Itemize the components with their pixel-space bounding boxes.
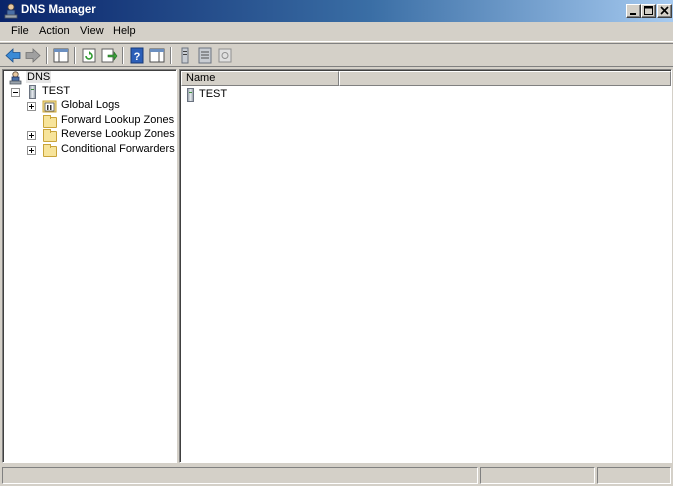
refresh-icon[interactable] [80, 47, 98, 64]
tree-label-reverse-lookup-zones: Reverse Lookup Zones [61, 128, 175, 140]
console-tree[interactable]: DNS TEST Global Logs Forward Lookup Zone… [2, 69, 177, 463]
tree-item-dns[interactable]: DNS [8, 71, 68, 85]
toolbar: ? [0, 43, 673, 67]
menu-help[interactable]: Help [113, 25, 136, 37]
back-icon[interactable] [4, 47, 22, 64]
toolbar-separator [170, 47, 172, 64]
tree-label-forward-lookup-zones: Forward Lookup Zones [61, 114, 175, 126]
tree-label-server: TEST [42, 85, 71, 97]
results-pane[interactable]: Name TEST [179, 69, 672, 463]
collapse-icon[interactable] [11, 88, 20, 97]
export-list-icon[interactable] [100, 47, 118, 64]
minimize-button[interactable] [626, 4, 641, 18]
list-icon[interactable] [196, 47, 214, 64]
server-icon [29, 85, 36, 99]
tree-item-reverse-lookup-zones[interactable]: Reverse Lookup Zones [8, 128, 175, 142]
expand-icon[interactable] [27, 131, 36, 140]
dns-manager-window: DNS Manager File Action View Help ? DNS … [0, 0, 673, 486]
menu-bar: File Action View Help [0, 22, 673, 42]
svg-text:?: ? [134, 51, 141, 63]
expand-icon[interactable] [27, 146, 36, 155]
status-bar [0, 465, 673, 486]
title-bar[interactable]: DNS Manager [0, 0, 673, 22]
close-button[interactable] [657, 4, 672, 18]
forward-icon[interactable] [24, 47, 42, 64]
status-panel-secondary [480, 467, 595, 484]
tree-label-dns: DNS [26, 71, 52, 83]
show-hide-action-pane-icon[interactable] [148, 47, 166, 64]
tree-item-conditional-forwarders[interactable]: Conditional Forwarders [8, 143, 176, 157]
maximize-icon [644, 6, 653, 15]
status-panel-tertiary [597, 467, 671, 484]
toolbar-separator [122, 47, 124, 64]
toolbar-separator [46, 47, 48, 64]
server-icon [187, 88, 194, 102]
tree-label-conditional-forwarders: Conditional Forwarders [61, 143, 175, 155]
server-icon[interactable] [176, 47, 194, 64]
tree-item-server[interactable]: TEST [8, 85, 108, 99]
tree-item-global-logs[interactable]: Global Logs [8, 99, 168, 113]
expand-icon[interactable] [27, 102, 36, 111]
column-header-empty [339, 71, 671, 86]
menu-action[interactable]: Action [39, 25, 70, 37]
window-title: DNS Manager [21, 4, 96, 16]
tree-item-forward-lookup-zones[interactable]: Forward Lookup Zones [8, 114, 175, 128]
minimize-icon [630, 13, 636, 15]
properties-icon[interactable] [216, 47, 234, 64]
toolbar-separator [74, 47, 76, 64]
list-item-label: TEST [199, 88, 228, 100]
tree-label-global-logs: Global Logs [61, 99, 120, 111]
dns-root-icon [9, 71, 22, 85]
folder-icon [43, 144, 57, 157]
maximize-button[interactable] [641, 4, 656, 18]
menu-view[interactable]: View [80, 25, 104, 37]
dns-manager-icon [4, 3, 18, 19]
status-panel-main [2, 467, 478, 484]
menu-file[interactable]: File [11, 25, 29, 37]
close-icon [660, 6, 669, 15]
help-icon[interactable]: ? [128, 47, 146, 64]
show-hide-tree-icon[interactable] [52, 47, 70, 64]
folder-icon [43, 129, 57, 142]
event-log-icon [42, 100, 57, 113]
folder-icon [43, 115, 57, 128]
column-header-name[interactable]: Name [181, 71, 339, 86]
